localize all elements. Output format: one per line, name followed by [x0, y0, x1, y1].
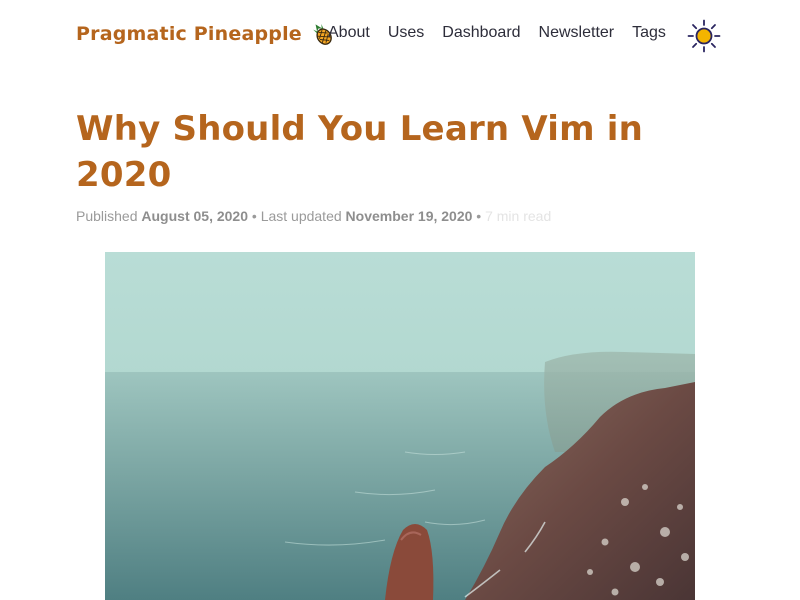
brand-link[interactable]: Pragmatic Pineapple — [76, 20, 336, 48]
read-time: 7 min read — [485, 208, 552, 224]
hero-image — [105, 252, 695, 600]
article-title: Why Should You Learn Vim in 2020 — [76, 109, 644, 195]
updated-label: Last updated — [260, 208, 342, 224]
nav-tags[interactable]: Tags — [632, 24, 666, 42]
nav-uses[interactable]: Uses — [388, 24, 424, 42]
meta-separator: • — [476, 208, 482, 224]
published-date: August 05, 2020 — [141, 208, 248, 224]
meta-separator: • — [251, 208, 257, 224]
sun-icon — [687, 19, 721, 53]
nav-about[interactable]: About — [328, 24, 370, 42]
nav-dashboard[interactable]: Dashboard — [442, 24, 520, 42]
brand-name: Pragmatic Pineapple — [76, 23, 302, 45]
published-label: Published — [76, 208, 138, 224]
coastal-cliffs-photo — [105, 252, 695, 600]
page: Pragmatic Pineapple About Uses Dashboard… — [0, 0, 800, 600]
theme-toggle-button[interactable] — [687, 19, 721, 53]
site-header: Pragmatic Pineapple About Uses Dashboard… — [0, 0, 800, 72]
main-nav: About Uses Dashboard Newsletter Tags — [328, 24, 684, 42]
nav-newsletter[interactable]: Newsletter — [539, 24, 615, 42]
article-meta: Published August 05, 2020 • Last updated… — [76, 208, 551, 224]
updated-date: November 19, 2020 — [345, 208, 473, 224]
